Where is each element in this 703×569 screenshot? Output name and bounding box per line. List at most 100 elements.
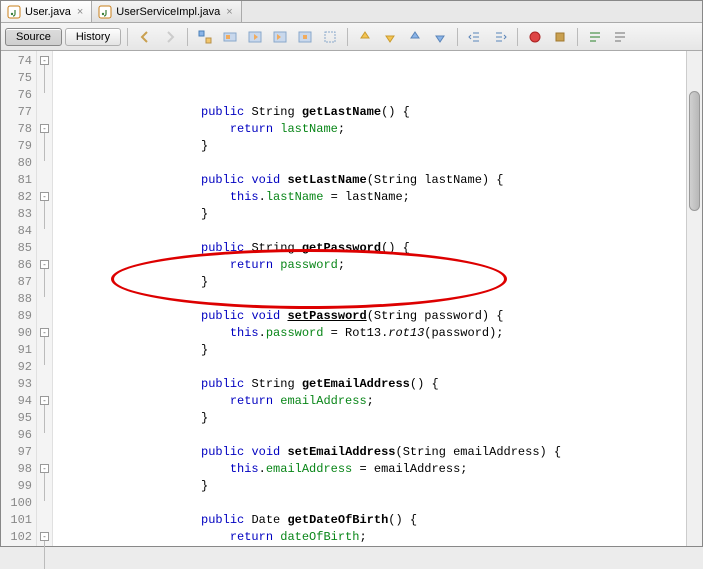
separator (127, 28, 128, 46)
code-line[interactable] (57, 223, 686, 240)
line-number[interactable]: 76 (1, 87, 36, 104)
line-number[interactable]: 99 (1, 478, 36, 495)
tab-userserviceimpl-java[interactable]: UserServiceImpl.java × (92, 1, 241, 22)
line-number[interactable]: 97 (1, 444, 36, 461)
code-line[interactable]: } (57, 138, 686, 155)
shift-right-button[interactable] (489, 27, 511, 47)
fold-toggle[interactable]: - (40, 124, 49, 133)
line-number[interactable]: 94 (1, 393, 36, 410)
code-line[interactable]: } (57, 342, 686, 359)
macro-record-button[interactable] (524, 27, 546, 47)
fold-toggle[interactable]: - (40, 532, 49, 541)
find-next-button[interactable] (269, 27, 291, 47)
code-line[interactable]: this.emailAddress = emailAddress; (57, 461, 686, 478)
uncomment-button[interactable] (609, 27, 631, 47)
tab-label: User.java (25, 6, 71, 18)
vertical-scrollbar[interactable] (686, 51, 702, 546)
line-number[interactable]: 85 (1, 240, 36, 257)
line-number[interactable]: 81 (1, 172, 36, 189)
line-number[interactable]: 95 (1, 410, 36, 427)
line-number[interactable]: 79 (1, 138, 36, 155)
line-number[interactable]: 74 (1, 53, 36, 70)
line-number[interactable]: 90 (1, 325, 36, 342)
line-number[interactable]: 91 (1, 342, 36, 359)
line-number[interactable]: 86 (1, 257, 36, 274)
line-number[interactable]: 88 (1, 291, 36, 308)
code-line[interactable]: this.password = Rot13.rot13(password); (57, 325, 686, 342)
line-number[interactable]: 89 (1, 308, 36, 325)
code-line[interactable]: public void setPassword(String password)… (57, 308, 686, 325)
close-icon[interactable]: × (75, 6, 85, 18)
code-line[interactable]: public String getEmailAddress() { (57, 376, 686, 393)
line-number[interactable]: 75 (1, 70, 36, 87)
code-line[interactable] (57, 359, 686, 376)
code-line[interactable] (57, 495, 686, 512)
comment-button[interactable] (584, 27, 606, 47)
line-number[interactable]: 83 (1, 206, 36, 223)
line-number[interactable]: 102 (1, 529, 36, 546)
line-number-gutter[interactable]: 7475767778798081828384858687888990919293… (1, 51, 37, 546)
code-line[interactable]: public Date getDateOfBirth() { (57, 512, 686, 529)
separator (457, 28, 458, 46)
nav-forward-button[interactable] (159, 27, 181, 47)
code-line[interactable]: public void setEmailAddress(String email… (57, 444, 686, 461)
fold-gutter[interactable]: - - - - - - - - (37, 51, 53, 546)
shift-left-button[interactable] (464, 27, 486, 47)
prev-error-button[interactable] (404, 27, 426, 47)
code-line[interactable]: } (57, 274, 686, 291)
code-line[interactable]: } (57, 206, 686, 223)
code-line[interactable]: } (57, 410, 686, 427)
line-number[interactable]: 80 (1, 155, 36, 172)
code-line[interactable]: this.lastName = lastName; (57, 189, 686, 206)
java-file-icon (7, 5, 21, 19)
line-number[interactable]: 77 (1, 104, 36, 121)
find-prev-button[interactable] (244, 27, 266, 47)
line-number[interactable]: 100 (1, 495, 36, 512)
separator (577, 28, 578, 46)
line-number[interactable]: 101 (1, 512, 36, 529)
line-number[interactable]: 82 (1, 189, 36, 206)
line-number[interactable]: 78 (1, 121, 36, 138)
line-number[interactable]: 87 (1, 274, 36, 291)
line-number[interactable]: 96 (1, 427, 36, 444)
tab-label: UserServiceImpl.java (116, 6, 220, 18)
code-line[interactable]: return password; (57, 257, 686, 274)
close-icon[interactable]: × (224, 6, 234, 18)
find-selection-button[interactable] (219, 27, 241, 47)
next-bookmark-button[interactable] (379, 27, 401, 47)
prev-bookmark-button[interactable] (354, 27, 376, 47)
fold-toggle[interactable]: - (40, 464, 49, 473)
line-number[interactable]: 92 (1, 359, 36, 376)
line-number[interactable]: 93 (1, 376, 36, 393)
fold-toggle[interactable]: - (40, 260, 49, 269)
code-line[interactable] (57, 427, 686, 444)
nav-back-button[interactable] (134, 27, 156, 47)
editor-tabs: User.java × UserServiceImpl.java × (1, 1, 702, 23)
scrollbar-thumb[interactable] (689, 91, 700, 211)
code-line[interactable]: public void setLastName(String lastName)… (57, 172, 686, 189)
code-line[interactable]: } (57, 478, 686, 495)
refactor-button[interactable] (194, 27, 216, 47)
code-area[interactable]: public String getLastName() { return las… (53, 51, 686, 546)
code-line[interactable]: return dateOfBirth; (57, 529, 686, 546)
next-error-button[interactable] (429, 27, 451, 47)
history-button[interactable]: History (65, 28, 121, 46)
source-button[interactable]: Source (5, 28, 62, 46)
code-line[interactable]: public String getLastName() { (57, 104, 686, 121)
fold-toggle[interactable]: - (40, 56, 49, 65)
macro-stop-button[interactable] (549, 27, 571, 47)
code-line[interactable] (57, 291, 686, 308)
code-line[interactable]: return lastName; (57, 121, 686, 138)
toggle-bookmark-button[interactable] (319, 27, 341, 47)
java-file-icon (98, 5, 112, 19)
fold-toggle[interactable]: - (40, 328, 49, 337)
fold-toggle[interactable]: - (40, 396, 49, 405)
toggle-highlight-button[interactable] (294, 27, 316, 47)
code-line[interactable]: public String getPassword() { (57, 240, 686, 257)
code-line[interactable]: return emailAddress; (57, 393, 686, 410)
tab-user-java[interactable]: User.java × (1, 1, 92, 22)
line-number[interactable]: 84 (1, 223, 36, 240)
line-number[interactable]: 98 (1, 461, 36, 478)
code-line[interactable] (57, 155, 686, 172)
fold-toggle[interactable]: - (40, 192, 49, 201)
